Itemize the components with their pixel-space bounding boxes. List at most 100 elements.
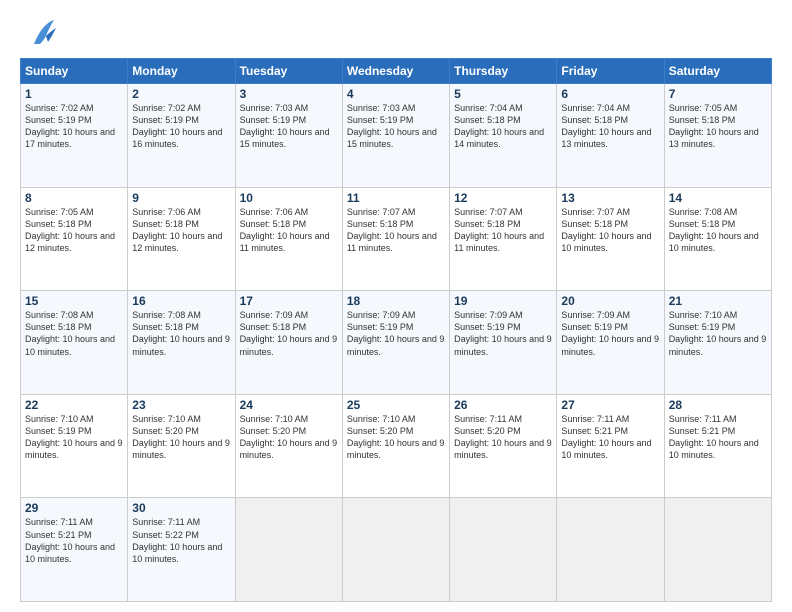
day-detail: Sunrise: 7:06 AM Sunset: 5:18 PM Dayligh… <box>132 206 230 255</box>
col-saturday: Saturday <box>664 59 771 84</box>
table-row: 15 Sunrise: 7:08 AM Sunset: 5:18 PM Dayl… <box>21 291 128 395</box>
day-number: 15 <box>25 294 123 308</box>
table-row: 6 Sunrise: 7:04 AM Sunset: 5:18 PM Dayli… <box>557 84 664 188</box>
day-detail: Sunrise: 7:04 AM Sunset: 5:18 PM Dayligh… <box>454 102 552 151</box>
col-tuesday: Tuesday <box>235 59 342 84</box>
day-number: 5 <box>454 87 552 101</box>
day-number: 10 <box>240 191 338 205</box>
day-detail: Sunrise: 7:03 AM Sunset: 5:19 PM Dayligh… <box>347 102 445 151</box>
table-row <box>342 498 449 602</box>
day-number: 12 <box>454 191 552 205</box>
table-row: 21 Sunrise: 7:10 AM Sunset: 5:19 PM Dayl… <box>664 291 771 395</box>
table-row: 14 Sunrise: 7:08 AM Sunset: 5:18 PM Dayl… <box>664 187 771 291</box>
col-sunday: Sunday <box>21 59 128 84</box>
day-detail: Sunrise: 7:08 AM Sunset: 5:18 PM Dayligh… <box>132 309 230 358</box>
day-detail: Sunrise: 7:07 AM Sunset: 5:18 PM Dayligh… <box>347 206 445 255</box>
calendar-week-row: 29 Sunrise: 7:11 AM Sunset: 5:21 PM Dayl… <box>21 498 772 602</box>
day-number: 2 <box>132 87 230 101</box>
table-row: 11 Sunrise: 7:07 AM Sunset: 5:18 PM Dayl… <box>342 187 449 291</box>
day-detail: Sunrise: 7:05 AM Sunset: 5:18 PM Dayligh… <box>669 102 767 151</box>
table-row: 29 Sunrise: 7:11 AM Sunset: 5:21 PM Dayl… <box>21 498 128 602</box>
day-number: 4 <box>347 87 445 101</box>
day-detail: Sunrise: 7:11 AM Sunset: 5:22 PM Dayligh… <box>132 516 230 565</box>
calendar-week-row: 15 Sunrise: 7:08 AM Sunset: 5:18 PM Dayl… <box>21 291 772 395</box>
day-detail: Sunrise: 7:05 AM Sunset: 5:18 PM Dayligh… <box>25 206 123 255</box>
day-number: 23 <box>132 398 230 412</box>
table-row: 30 Sunrise: 7:11 AM Sunset: 5:22 PM Dayl… <box>128 498 235 602</box>
day-detail: Sunrise: 7:09 AM Sunset: 5:19 PM Dayligh… <box>347 309 445 358</box>
day-number: 13 <box>561 191 659 205</box>
table-row: 27 Sunrise: 7:11 AM Sunset: 5:21 PM Dayl… <box>557 394 664 498</box>
page: Sunday Monday Tuesday Wednesday Thursday… <box>0 0 792 612</box>
day-detail: Sunrise: 7:08 AM Sunset: 5:18 PM Dayligh… <box>25 309 123 358</box>
day-detail: Sunrise: 7:02 AM Sunset: 5:19 PM Dayligh… <box>132 102 230 151</box>
day-number: 16 <box>132 294 230 308</box>
day-number: 21 <box>669 294 767 308</box>
calendar-week-row: 22 Sunrise: 7:10 AM Sunset: 5:19 PM Dayl… <box>21 394 772 498</box>
day-number: 24 <box>240 398 338 412</box>
table-row: 22 Sunrise: 7:10 AM Sunset: 5:19 PM Dayl… <box>21 394 128 498</box>
table-row: 13 Sunrise: 7:07 AM Sunset: 5:18 PM Dayl… <box>557 187 664 291</box>
logo-bird-icon <box>26 16 58 52</box>
day-number: 17 <box>240 294 338 308</box>
table-row: 4 Sunrise: 7:03 AM Sunset: 5:19 PM Dayli… <box>342 84 449 188</box>
table-row: 17 Sunrise: 7:09 AM Sunset: 5:18 PM Dayl… <box>235 291 342 395</box>
day-detail: Sunrise: 7:04 AM Sunset: 5:18 PM Dayligh… <box>561 102 659 151</box>
table-row: 3 Sunrise: 7:03 AM Sunset: 5:19 PM Dayli… <box>235 84 342 188</box>
day-number: 7 <box>669 87 767 101</box>
day-detail: Sunrise: 7:06 AM Sunset: 5:18 PM Dayligh… <box>240 206 338 255</box>
day-detail: Sunrise: 7:09 AM Sunset: 5:18 PM Dayligh… <box>240 309 338 358</box>
day-detail: Sunrise: 7:09 AM Sunset: 5:19 PM Dayligh… <box>561 309 659 358</box>
day-number: 9 <box>132 191 230 205</box>
day-number: 29 <box>25 501 123 515</box>
day-detail: Sunrise: 7:07 AM Sunset: 5:18 PM Dayligh… <box>561 206 659 255</box>
col-friday: Friday <box>557 59 664 84</box>
col-monday: Monday <box>128 59 235 84</box>
table-row: 28 Sunrise: 7:11 AM Sunset: 5:21 PM Dayl… <box>664 394 771 498</box>
day-detail: Sunrise: 7:08 AM Sunset: 5:18 PM Dayligh… <box>669 206 767 255</box>
calendar-week-row: 1 Sunrise: 7:02 AM Sunset: 5:19 PM Dayli… <box>21 84 772 188</box>
day-number: 30 <box>132 501 230 515</box>
day-number: 22 <box>25 398 123 412</box>
day-detail: Sunrise: 7:10 AM Sunset: 5:20 PM Dayligh… <box>132 413 230 462</box>
day-detail: Sunrise: 7:10 AM Sunset: 5:19 PM Dayligh… <box>669 309 767 358</box>
day-detail: Sunrise: 7:11 AM Sunset: 5:21 PM Dayligh… <box>561 413 659 462</box>
day-number: 1 <box>25 87 123 101</box>
day-number: 28 <box>669 398 767 412</box>
day-detail: Sunrise: 7:11 AM Sunset: 5:20 PM Dayligh… <box>454 413 552 462</box>
table-row: 18 Sunrise: 7:09 AM Sunset: 5:19 PM Dayl… <box>342 291 449 395</box>
table-row <box>235 498 342 602</box>
table-row: 8 Sunrise: 7:05 AM Sunset: 5:18 PM Dayli… <box>21 187 128 291</box>
table-row: 23 Sunrise: 7:10 AM Sunset: 5:20 PM Dayl… <box>128 394 235 498</box>
table-row <box>664 498 771 602</box>
day-number: 25 <box>347 398 445 412</box>
col-thursday: Thursday <box>450 59 557 84</box>
table-row: 9 Sunrise: 7:06 AM Sunset: 5:18 PM Dayli… <box>128 187 235 291</box>
table-row: 10 Sunrise: 7:06 AM Sunset: 5:18 PM Dayl… <box>235 187 342 291</box>
day-detail: Sunrise: 7:11 AM Sunset: 5:21 PM Dayligh… <box>669 413 767 462</box>
day-number: 6 <box>561 87 659 101</box>
day-detail: Sunrise: 7:10 AM Sunset: 5:20 PM Dayligh… <box>347 413 445 462</box>
table-row: 7 Sunrise: 7:05 AM Sunset: 5:18 PM Dayli… <box>664 84 771 188</box>
day-number: 20 <box>561 294 659 308</box>
calendar-table: Sunday Monday Tuesday Wednesday Thursday… <box>20 58 772 602</box>
table-row: 12 Sunrise: 7:07 AM Sunset: 5:18 PM Dayl… <box>450 187 557 291</box>
day-detail: Sunrise: 7:02 AM Sunset: 5:19 PM Dayligh… <box>25 102 123 151</box>
day-detail: Sunrise: 7:11 AM Sunset: 5:21 PM Dayligh… <box>25 516 123 565</box>
day-detail: Sunrise: 7:10 AM Sunset: 5:20 PM Dayligh… <box>240 413 338 462</box>
day-number: 26 <box>454 398 552 412</box>
calendar-header-row: Sunday Monday Tuesday Wednesday Thursday… <box>21 59 772 84</box>
day-number: 27 <box>561 398 659 412</box>
calendar-week-row: 8 Sunrise: 7:05 AM Sunset: 5:18 PM Dayli… <box>21 187 772 291</box>
table-row <box>557 498 664 602</box>
table-row: 2 Sunrise: 7:02 AM Sunset: 5:19 PM Dayli… <box>128 84 235 188</box>
day-detail: Sunrise: 7:09 AM Sunset: 5:19 PM Dayligh… <box>454 309 552 358</box>
day-number: 18 <box>347 294 445 308</box>
table-row: 20 Sunrise: 7:09 AM Sunset: 5:19 PM Dayl… <box>557 291 664 395</box>
table-row: 26 Sunrise: 7:11 AM Sunset: 5:20 PM Dayl… <box>450 394 557 498</box>
header <box>20 16 772 52</box>
table-row <box>450 498 557 602</box>
day-number: 8 <box>25 191 123 205</box>
day-number: 3 <box>240 87 338 101</box>
table-row: 19 Sunrise: 7:09 AM Sunset: 5:19 PM Dayl… <box>450 291 557 395</box>
